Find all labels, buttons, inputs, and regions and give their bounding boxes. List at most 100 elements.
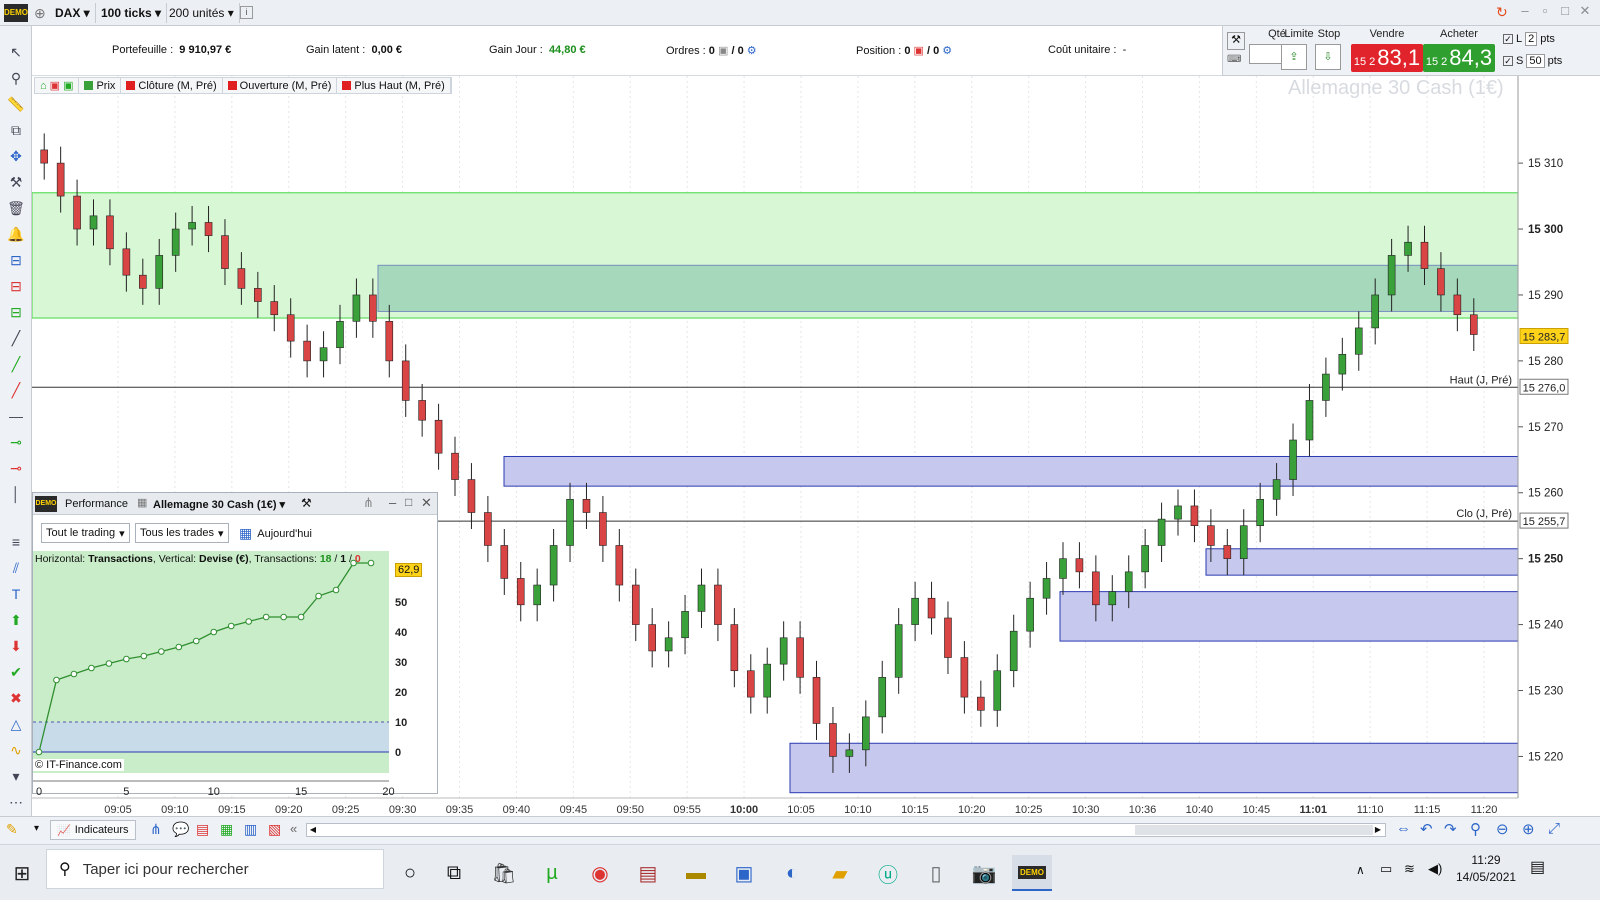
info-icon[interactable]: i	[240, 6, 253, 19]
channel-icon[interactable]: ⫽	[6, 558, 26, 578]
maximize-icon[interactable]: □	[1556, 3, 1574, 21]
hammer-icon[interactable]: ⚒	[6, 172, 26, 192]
wave-icon[interactable]: ∿	[6, 740, 26, 760]
ray-green-icon[interactable]: ⊸	[6, 432, 26, 452]
zoom-in-icon[interactable]: ⊕	[1522, 820, 1535, 838]
triangle-icon[interactable]: △	[6, 714, 26, 734]
horizontal-line-icon[interactable]: —	[6, 406, 26, 426]
share-icon[interactable]: ⋔	[363, 495, 374, 511]
legend-item[interactable]: Prix	[79, 78, 122, 93]
explorer-icon[interactable]: ▰	[822, 855, 858, 891]
scroll-thumb[interactable]	[1135, 825, 1373, 835]
check-icon[interactable]: ✔	[6, 662, 26, 682]
hline-icon[interactable]: ⊟	[6, 250, 26, 270]
zoom-out-icon[interactable]: ⊖	[1496, 820, 1509, 838]
keyboard-icon[interactable]: ⌨	[1227, 54, 1245, 68]
zoom-area-icon[interactable]: ⚲	[1470, 820, 1481, 838]
orders[interactable]: Ordres : 0 ▣ / 0 ⚙	[666, 44, 757, 57]
scroll-left-icon[interactable]: ◀	[308, 825, 318, 835]
camera-icon[interactable]: 📷	[966, 855, 1002, 891]
limit-order-button[interactable]: ⇪	[1281, 44, 1307, 70]
sync-icon[interactable]: ↻	[1496, 4, 1508, 21]
battery-icon[interactable]: ▭	[1380, 861, 1392, 877]
table-icon[interactable]: ▦	[220, 821, 233, 838]
tab-instrument[interactable]: Allemagne 30 Cash (1€) ▾	[153, 498, 285, 511]
panel-close-icon[interactable]: ✕	[421, 495, 432, 511]
volume-icon[interactable]: ◀)	[1428, 861, 1442, 877]
pointer-icon[interactable]: ↖	[6, 42, 26, 62]
chrome-icon[interactable]: ◉	[582, 855, 618, 891]
position[interactable]: Position : 0 ▣ / 0 ⚙	[856, 44, 952, 57]
task-view-icon[interactable]: ⧉	[436, 855, 472, 891]
prorealtime-icon[interactable]: DEMO	[1012, 855, 1052, 891]
share-icon[interactable]: ⋔	[150, 821, 162, 838]
text-icon[interactable]: T	[6, 584, 26, 604]
cortana-icon[interactable]: ○	[392, 855, 428, 891]
redo-icon[interactable]: ↷	[1444, 820, 1457, 838]
copy-icon[interactable]: ⧉	[6, 120, 26, 140]
tray-chevron-icon[interactable]: ∧	[1356, 863, 1365, 877]
pin-icon[interactable]: ⊕	[34, 5, 46, 22]
close-icon[interactable]: ✕	[1576, 3, 1594, 21]
scroll-right-icon[interactable]: ▶	[1373, 825, 1383, 835]
trendline-red-icon[interactable]: ╱	[6, 380, 26, 400]
store-icon[interactable]: 🛍	[486, 855, 522, 891]
legend-item[interactable]: Plus Haut (M, Pré)	[337, 78, 451, 93]
stop-order-button[interactable]: ⇩	[1315, 44, 1341, 70]
interval-select[interactable]: 100 ticks ▾	[96, 3, 168, 23]
ray-red-icon[interactable]: ⊸	[6, 458, 26, 478]
collapse-icon[interactable]: «	[290, 821, 297, 836]
buy-arrow-icon[interactable]: ⬆	[6, 610, 26, 630]
panel-minimize-icon[interactable]: –	[389, 495, 396, 510]
list-icon[interactable]: ▤	[196, 821, 209, 838]
trendline-icon[interactable]: ╱	[6, 328, 26, 348]
legend-item[interactable]: Ouverture (M, Pré)	[223, 78, 338, 93]
more-icon[interactable]: ⋯	[6, 792, 26, 812]
screener-icon[interactable]: ▧	[268, 821, 281, 838]
filter-today[interactable]: ▦ Aujourd'hui	[239, 525, 312, 542]
minimize-icon[interactable]: –	[1516, 3, 1534, 21]
horizontal-scrollbar[interactable]: ◀ ▶	[306, 823, 1386, 837]
cross-icon[interactable]: ✖	[6, 688, 26, 708]
s-row[interactable]: ✓ S 50 pts	[1503, 54, 1562, 68]
tab-performance[interactable]: Performance	[65, 498, 128, 510]
fit-icon[interactable]: ⇔	[1396, 820, 1411, 837]
scroll-down-icon[interactable]: ▾	[6, 766, 26, 786]
sell-arrow-icon[interactable]: ⬇	[6, 636, 26, 656]
comment-icon[interactable]: 💬	[172, 821, 189, 838]
filter-all-trading[interactable]: Tout le trading ▾	[41, 523, 130, 543]
draw-icon[interactable]: ✎	[6, 821, 18, 838]
panel-maximize-icon[interactable]: □	[405, 495, 412, 509]
utorrent-icon[interactable]: µ	[534, 855, 570, 891]
upwork-icon[interactable]: ⓤ	[870, 855, 906, 891]
move-icon[interactable]: ✥	[6, 146, 26, 166]
alert-icon[interactable]: 🔔	[6, 224, 26, 244]
wrench-icon[interactable]: ⚒	[1227, 32, 1245, 50]
expand-icon[interactable]: ⤢	[1548, 820, 1560, 837]
wifi-icon[interactable]: ≋	[1404, 861, 1415, 877]
edge-icon[interactable]: ◐	[774, 855, 810, 891]
hline-green-icon[interactable]: ⊟	[6, 302, 26, 322]
l-row[interactable]: ✓ L 2 pts	[1503, 32, 1555, 46]
hline-red-icon[interactable]: ⊟	[6, 276, 26, 296]
trendline-green-icon[interactable]: ╱	[6, 354, 26, 374]
winrar-icon[interactable]: ▤	[630, 855, 666, 891]
chart-icon[interactable]: ▥	[244, 821, 257, 838]
file-icon[interactable]: ▯	[918, 855, 954, 891]
taskbar-search[interactable]: ⚲ Taper ici pour rechercher	[46, 849, 384, 889]
draw-menu-icon[interactable]: ▾	[34, 823, 39, 834]
restore-icon[interactable]: ▫	[1536, 3, 1554, 21]
remote-desktop-icon[interactable]: ▣	[726, 855, 762, 891]
notification-icon[interactable]: ▤	[1530, 857, 1545, 877]
undo-icon[interactable]: ↶	[1420, 820, 1433, 838]
zoom-icon[interactable]: ⚲	[6, 68, 26, 88]
instrument-select[interactable]: DAX ▾	[50, 3, 96, 23]
sell-button[interactable]: 15 2 83,1	[1351, 44, 1423, 72]
trash-icon[interactable]: 🗑	[6, 198, 26, 218]
windows-start-icon[interactable]: ⊞	[4, 855, 40, 891]
legend-tools[interactable]: ⌂ ▣ ▣	[35, 78, 80, 93]
filter-all-trades[interactable]: Tous les trades ▾	[135, 523, 229, 543]
units-select[interactable]: 200 unités ▾	[164, 3, 240, 23]
legend-item[interactable]: Clôture (M, Pré)	[121, 78, 223, 93]
indicators-button[interactable]: 📈 Indicateurs	[50, 820, 136, 840]
